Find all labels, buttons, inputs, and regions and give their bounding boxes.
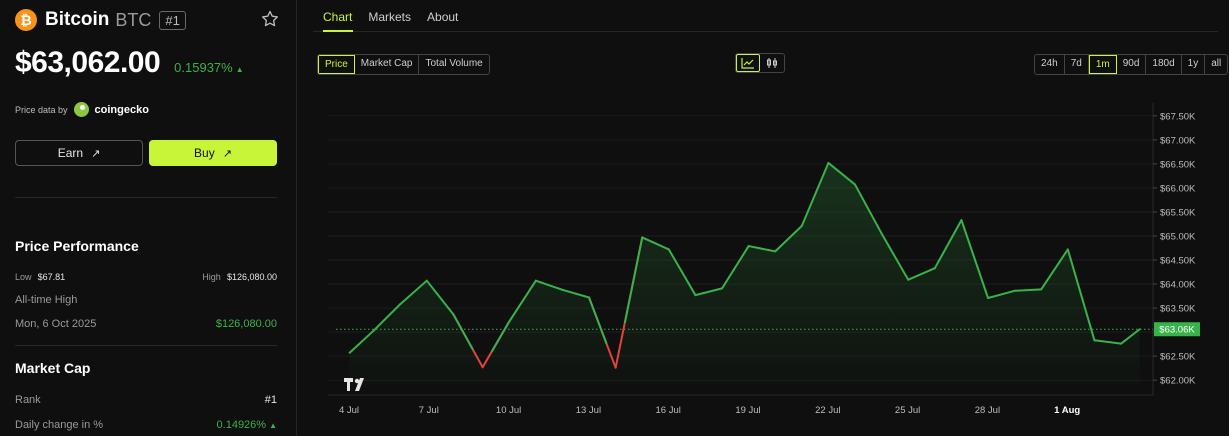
tab-divider: [313, 31, 1218, 32]
rank-row: Rank #1: [15, 394, 277, 406]
y-tick-label: $63.50K: [1160, 304, 1196, 315]
metric-market-cap[interactable]: Market Cap: [355, 55, 420, 74]
y-tick-label: $62.50K: [1160, 352, 1196, 363]
up-triangle-icon: ▲: [269, 421, 277, 430]
arrow-up-right-icon: ↗: [222, 147, 232, 160]
price-chart[interactable]: $67.50K $67.00K $66.50K $66.00K $65.50K $65.0…: [298, 95, 1229, 425]
x-tick-label: 22 Jul: [815, 405, 840, 416]
range-24h[interactable]: 24h: [1035, 55, 1065, 74]
coin-panel: ₿ Bitcoin BTC #1 $63,062.00 0.15937% ▲ Pr…: [0, 0, 297, 436]
rank-badge: #1: [159, 10, 186, 30]
ath-label: All-time High: [15, 294, 78, 306]
range-180d[interactable]: 180d: [1146, 55, 1182, 74]
x-tick-label: 7 Jul: [419, 405, 439, 416]
y-tick-label: $66.00K: [1160, 183, 1196, 194]
y-tick-label: $65.00K: [1160, 231, 1196, 242]
y-tick-label: $62.00K: [1160, 376, 1196, 387]
divider: [15, 197, 277, 198]
up-triangle-icon: ▲: [235, 65, 244, 74]
x-tick-label: 16 Jul: [656, 405, 681, 416]
price-area: [349, 162, 1140, 385]
x-tick-label: 28 Jul: [975, 405, 1000, 416]
x-tick-label: 19 Jul: [735, 405, 760, 416]
tab-chart[interactable]: Chart: [323, 10, 352, 24]
provider-name[interactable]: coingecko: [95, 104, 149, 116]
daily-change-label: Daily change in %: [15, 419, 104, 431]
x-tick-label: 4 Jul: [339, 405, 359, 416]
metric-total-volume[interactable]: Total Volume: [419, 55, 488, 74]
daily-change-value: 0.14926% ▲: [216, 419, 277, 431]
tab-active-indicator: [323, 30, 353, 32]
range-selector: 24h 7d 1m 90d 180d 1y all: [1034, 54, 1229, 75]
ath-row: Mon, 6 Oct 2025 $126,080.00: [15, 318, 277, 330]
daily-change-row: Daily change in % 0.14926% ▲: [15, 419, 277, 431]
coin-header: ₿ Bitcoin BTC #1: [15, 8, 280, 32]
high-label: High: [202, 272, 221, 282]
y-tick-label: $64.00K: [1160, 280, 1196, 291]
x-tick-label: 1 Aug: [1054, 405, 1080, 416]
y-tick-label: $67.00K: [1160, 135, 1196, 146]
chart-panel: Chart Markets About Price Market Cap Tot…: [298, 0, 1229, 436]
price-performance-title: Price Performance: [15, 238, 139, 254]
range-all[interactable]: all: [1205, 55, 1227, 74]
ath-value: $126,080.00: [215, 318, 277, 330]
market-cap-title: Market Cap: [15, 360, 91, 376]
current-price: $63,062.00: [15, 46, 161, 79]
price-change: 0.15937% ▲: [174, 60, 244, 75]
low-high-row: Low $67.81 High $126,080.00: [15, 271, 277, 283]
range-1m[interactable]: 1m: [1088, 55, 1117, 74]
range-90d[interactable]: 90d: [1117, 55, 1147, 74]
high-value: $126,080.00: [226, 272, 277, 282]
x-tick-label: 25 Jul: [895, 405, 920, 416]
tab-markets[interactable]: Markets: [368, 10, 411, 24]
price-row: $63,062.00 0.15937% ▲: [15, 46, 244, 80]
coin-name: Bitcoin: [45, 9, 110, 30]
y-tick-label: $64.50K: [1160, 256, 1196, 267]
star-icon[interactable]: [260, 9, 280, 29]
arrow-up-right-icon: ↗: [91, 147, 101, 160]
earn-button[interactable]: Earn ↗: [15, 140, 143, 166]
divider: [15, 345, 277, 346]
tab-bar: Chart Markets About: [323, 10, 458, 24]
buy-button[interactable]: Buy ↗: [149, 140, 277, 166]
candlestick-chart-icon[interactable]: [760, 54, 784, 72]
range-7d[interactable]: 7d: [1065, 55, 1089, 74]
price-data-source: Price data by coingecko: [15, 102, 149, 117]
current-price-tag-label: $63.06K: [1159, 325, 1195, 336]
range-1y[interactable]: 1y: [1182, 55, 1206, 74]
y-tick-label: $65.50K: [1160, 207, 1196, 218]
chart-type-selector: [735, 53, 785, 73]
y-tick-label: $67.50K: [1160, 111, 1196, 122]
ath-label-row: All-time High: [15, 294, 277, 306]
price-data-label: Price data by: [15, 104, 68, 115]
rank-value: #1: [264, 394, 277, 406]
low-value: $67.81: [37, 272, 66, 282]
bitcoin-logo-icon: ₿: [15, 9, 37, 31]
metric-price[interactable]: Price: [318, 55, 355, 74]
coin-symbol: BTC: [115, 9, 152, 30]
x-tick-label: 13 Jul: [576, 405, 601, 416]
y-tick-label: $66.50K: [1160, 159, 1196, 170]
coingecko-logo-icon: [73, 102, 89, 117]
rank-label: Rank: [15, 394, 41, 406]
tab-about[interactable]: About: [427, 10, 458, 24]
low-label: Low: [15, 272, 32, 282]
x-tick-label: 10 Jul: [496, 405, 521, 416]
line-chart-icon[interactable]: [736, 54, 760, 72]
metric-selector: Price Market Cap Total Volume: [317, 54, 490, 75]
ath-date: Mon, 6 Oct 2025: [15, 318, 97, 330]
